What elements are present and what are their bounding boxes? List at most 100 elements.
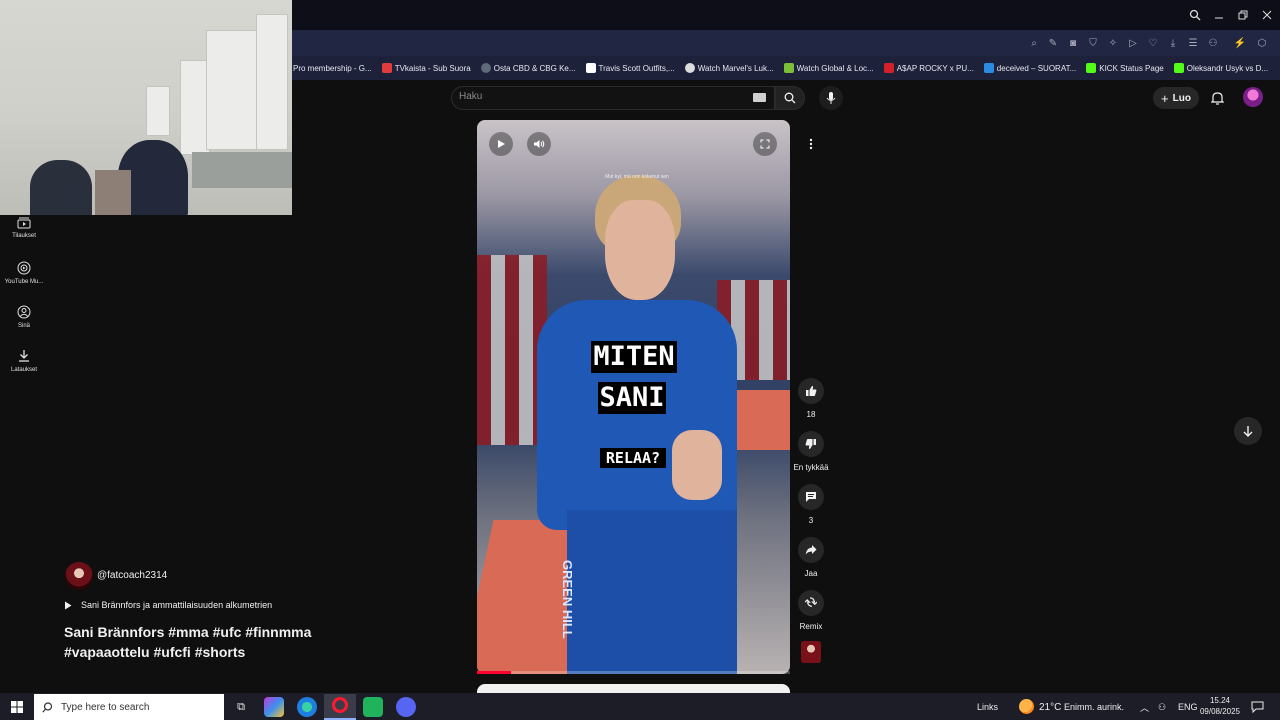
dislike-button[interactable]: [798, 431, 824, 457]
bookmark[interactable]: Watch Marvel's Luk...: [684, 63, 774, 73]
youtube-music-icon: [17, 261, 31, 275]
playlist-play-icon: [65, 601, 72, 609]
remix-button[interactable]: [798, 590, 824, 616]
comment-count: 3: [808, 516, 814, 525]
copilot-icon[interactable]: [264, 697, 284, 717]
show-hidden-icons[interactable]: ︿: [1140, 694, 1149, 720]
you-icon: [17, 305, 31, 319]
taskbar-active-app[interactable]: [324, 694, 356, 720]
video-progress-fill: [477, 671, 512, 674]
fullscreen-button[interactable]: [753, 132, 777, 156]
bookmark[interactable]: Osta CBD & CBG Ke...: [480, 63, 576, 73]
bookmark[interactable]: Oleksandr Usyk vs D...: [1173, 63, 1268, 73]
play-button[interactable]: [489, 132, 513, 156]
notifications-button[interactable]: [1209, 90, 1225, 106]
close-icon[interactable]: [1255, 0, 1279, 30]
caption-line-1: MITEN: [591, 341, 677, 373]
channel-handle[interactable]: @fatcoach2314: [97, 570, 167, 581]
bookmark[interactable]: Pro membership - G...: [293, 64, 372, 73]
menu-icon[interactable]: ☰: [1186, 36, 1200, 50]
athlete-face: [605, 200, 675, 300]
notification-icon: [1251, 701, 1264, 714]
extension-icon[interactable]: ✧: [1106, 36, 1120, 50]
profile-icon[interactable]: ⚇: [1206, 36, 1220, 50]
next-video-button[interactable]: [1234, 417, 1262, 445]
avatar[interactable]: [1243, 87, 1263, 107]
download-icon[interactable]: ⤓: [1166, 36, 1180, 50]
start-button[interactable]: [0, 694, 34, 720]
weather-description[interactable]: Enimm. aurink.: [1064, 694, 1124, 720]
person-face: [95, 170, 131, 215]
sidebar-item-you[interactable]: Sinä: [0, 305, 48, 329]
discord-icon[interactable]: [396, 697, 416, 717]
video-progress-bar[interactable]: [477, 671, 790, 674]
like-count: 18: [806, 410, 816, 419]
bookmark[interactable]: TVkaista - Sub Suora: [381, 63, 471, 73]
heart-icon[interactable]: ♡: [1146, 36, 1160, 50]
counter: [192, 152, 292, 188]
channel-avatar[interactable]: [65, 562, 93, 590]
video-subtitle: Mut kyl, mä oon kokenut sen: [605, 174, 669, 180]
task-view-icon[interactable]: ⧉: [231, 697, 251, 717]
bookmark[interactable]: Travis Scott Outfits,...: [585, 63, 675, 73]
site-icon: [684, 63, 695, 73]
bookmark[interactable]: A$AP ROCKY x PU...: [883, 63, 974, 73]
bookmark[interactable]: Watch Global & Loc...: [783, 63, 874, 73]
fullscreen-icon: [760, 139, 770, 149]
shorts-video-player[interactable]: GREEN HILL Mut kyl, mä oon kokenut sen M…: [477, 120, 790, 674]
comments-action: 3: [794, 484, 828, 525]
bookmark[interactable]: deceived – SUORAT...: [983, 63, 1076, 73]
puma-icon: [883, 63, 894, 73]
network-icon[interactable]: ⚇: [1158, 694, 1166, 720]
cabinet: [256, 14, 288, 150]
sidebar-item-youtube-music[interactable]: YouTube Mu...: [0, 261, 48, 285]
bookmark[interactable]: KICK Status Page: [1086, 63, 1164, 73]
sidebar-item-label: Sinä: [17, 323, 30, 329]
shield-icon[interactable]: ⛉: [1086, 36, 1100, 50]
create-button[interactable]: + Luo: [1153, 87, 1199, 109]
sidebar-item-downloads[interactable]: Lataukset: [0, 349, 48, 373]
weather-temperature[interactable]: 21°C: [1039, 694, 1061, 720]
edit-icon[interactable]: ✎: [1046, 36, 1060, 50]
voice-search-button[interactable]: [819, 86, 843, 110]
tv-icon: [381, 63, 392, 73]
remix-icon: [805, 597, 817, 607]
playlist-link[interactable]: Sani Brännfors ja ammattilaisuuden alkum…: [64, 600, 272, 610]
bookmark-label: TVkaista - Sub Suora: [394, 63, 471, 73]
vpn-icon[interactable]: ⚡: [1233, 36, 1247, 50]
taskbar-search-input[interactable]: Type here to search: [34, 694, 224, 720]
kick-icon: [1086, 63, 1097, 73]
keyboard-icon[interactable]: [753, 93, 766, 102]
create-label: Luo: [1172, 92, 1191, 104]
camera-icon[interactable]: ◙: [1066, 36, 1080, 50]
minimize-icon[interactable]: [1207, 0, 1231, 30]
sidebar-item-subscriptions[interactable]: Tilaukset: [0, 217, 48, 239]
input-language[interactable]: ENG: [1178, 694, 1198, 720]
share-button[interactable]: [798, 537, 824, 563]
volume-button[interactable]: [527, 132, 551, 156]
clock[interactable]: 15.24 09/08/2025: [1198, 695, 1242, 719]
cube-icon[interactable]: ⬡: [1255, 36, 1269, 50]
search-button[interactable]: [775, 86, 805, 110]
bell-icon: [1210, 92, 1224, 105]
more-options-button[interactable]: [803, 135, 819, 153]
send-icon[interactable]: ▷: [1126, 36, 1140, 50]
restore-icon[interactable]: [1231, 0, 1255, 30]
like-button[interactable]: [798, 378, 824, 404]
weather-icon[interactable]: [1019, 699, 1034, 714]
page-icon: [585, 63, 596, 73]
links-toolbar[interactable]: Links: [977, 694, 998, 720]
site-icon: [983, 63, 994, 73]
search-input[interactable]: [451, 86, 775, 110]
sidebar-item-label: Tilaukset: [12, 233, 36, 239]
play-icon: [498, 140, 505, 148]
edge-icon[interactable]: [297, 697, 317, 717]
notification-center-button[interactable]: [1251, 700, 1265, 714]
app-icon[interactable]: [363, 697, 383, 717]
microphone-icon: [826, 92, 836, 104]
zoom-icon[interactable]: ⌕: [1027, 36, 1041, 50]
android-icon: [783, 63, 794, 73]
sound-thumbnail[interactable]: [801, 641, 821, 663]
comments-button[interactable]: [798, 484, 824, 510]
browser-search-icon[interactable]: [1183, 0, 1207, 30]
